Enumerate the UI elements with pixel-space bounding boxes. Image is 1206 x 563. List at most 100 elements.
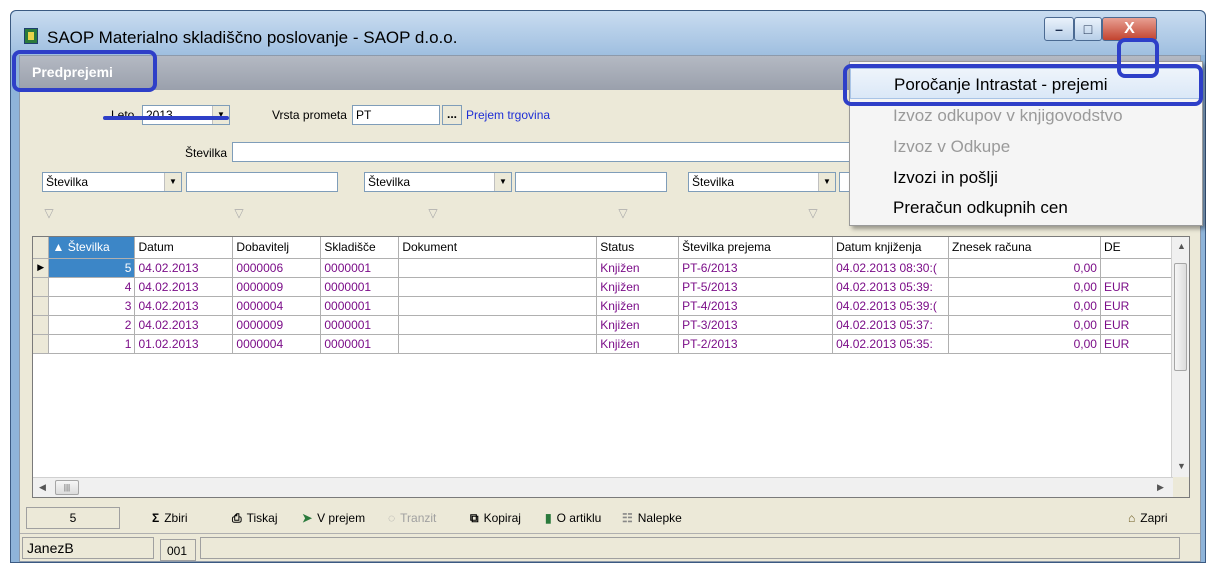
menu-item-porocanje-intrastat[interactable]: Poročanje Intrastat - prejemi <box>850 68 1202 99</box>
table-cell[interactable]: EUR <box>1100 277 1174 297</box>
column-header[interactable]: Datum <box>134 237 234 259</box>
vertical-scrollbar[interactable]: ▲ ▼ <box>1171 237 1189 477</box>
table-cell[interactable]: 0000004 <box>232 334 322 354</box>
scroll-right-icon[interactable]: ▶ <box>1157 482 1164 493</box>
table-cell[interactable]: EUR <box>1100 296 1174 316</box>
table-cell[interactable]: 0000009 <box>232 277 322 297</box>
horizontal-scroll-thumb[interactable]: ||| <box>55 480 79 495</box>
table-cell[interactable]: 04.02.2013 <box>134 258 234 278</box>
menu-item-izvoz-odkupov[interactable]: Izvoz odkupov v knjigovodstvo <box>850 100 1202 131</box>
table-cell[interactable]: 01.02.2013 <box>134 334 234 354</box>
table-row[interactable]: 2 04.02.2013 0000009 0000001 Knjižen PT-… <box>33 315 1174 335</box>
scroll-down-icon[interactable]: ▼ <box>1177 461 1186 471</box>
table-cell[interactable]: 0000009 <box>232 315 322 335</box>
table-cell[interactable]: 0000001 <box>320 258 400 278</box>
table-cell[interactable]: PT-6/2013 <box>678 258 834 278</box>
filter-icon[interactable]: ▽ <box>232 206 246 220</box>
column-header[interactable]: Dobavitelj <box>232 237 322 259</box>
criteria-field-select-3[interactable]: Številka ▼ <box>688 172 836 192</box>
v-prejem-button[interactable]: ➤ V prejem <box>302 511 365 525</box>
table-cell[interactable]: 0000001 <box>320 296 400 316</box>
table-cell[interactable]: 04.02.2013 <box>134 296 234 316</box>
table-row[interactable]: 3 04.02.2013 0000004 0000001 Knjižen PT-… <box>33 296 1174 316</box>
column-header[interactable]: Dokument <box>398 237 598 259</box>
chevron-down-icon[interactable]: ▼ <box>164 173 181 191</box>
table-cell[interactable] <box>398 277 598 297</box>
table-cell[interactable]: 0,00 <box>948 315 1101 335</box>
criteria-value-input-2[interactable] <box>515 172 667 192</box>
table-cell[interactable]: 04.02.2013 <box>134 315 234 335</box>
filter-icon[interactable]: ▽ <box>426 206 440 220</box>
chevron-down-icon[interactable]: ▼ <box>494 173 511 191</box>
horizontal-scrollbar[interactable]: ◀ ||| ▶ <box>33 477 1173 497</box>
table-cell[interactable]: PT-5/2013 <box>678 277 834 297</box>
nalepke-button[interactable]: ☷ Nalepke <box>622 511 682 525</box>
table-cell[interactable]: 5 <box>48 258 136 278</box>
zbiri-button[interactable]: Σ Zbiri <box>152 511 188 525</box>
table-cell[interactable]: 0000001 <box>320 334 400 354</box>
table-cell[interactable]: 04.02.2013 08:30:( <box>832 258 950 278</box>
minimize-button[interactable]: – <box>1044 17 1074 41</box>
table-cell[interactable]: Knjižen <box>596 258 680 278</box>
table-cell[interactable]: 04.02.2013 05:39: <box>832 277 950 297</box>
menu-item-izvozi-in-poslji[interactable]: Izvozi in pošlji <box>850 162 1202 193</box>
criteria-field-select-1[interactable]: Številka ▼ <box>42 172 182 192</box>
chevron-down-icon[interactable]: ▼ <box>212 106 229 124</box>
menu-item-preracun-odkupnih-cen[interactable]: Preračun odkupnih cen <box>850 192 1202 223</box>
table-cell[interactable]: PT-4/2013 <box>678 296 834 316</box>
table-cell[interactable] <box>1100 258 1174 278</box>
vrsta-prometa-link[interactable]: Prejem trgovina <box>466 108 550 122</box>
filter-icon[interactable]: ▽ <box>42 206 56 220</box>
tiskaj-button[interactable]: ⎙ Tiskaj <box>232 511 278 526</box>
menu-item-izvoz-v-odkupe[interactable]: Izvoz v Odkupe <box>850 131 1202 162</box>
table-cell[interactable]: EUR <box>1100 334 1174 354</box>
table-cell[interactable] <box>398 258 598 278</box>
filter-icon[interactable]: ▽ <box>806 206 820 220</box>
vrsta-browse-button[interactable]: ... <box>442 105 462 125</box>
table-cell[interactable]: 0000004 <box>232 296 322 316</box>
column-header[interactable]: Skladišče <box>320 237 400 259</box>
table-cell[interactable]: 04.02.2013 05:35: <box>832 334 950 354</box>
table-cell[interactable]: PT-2/2013 <box>678 334 834 354</box>
leto-select[interactable]: 2013 ▼ <box>142 105 230 125</box>
tab-predprejemi[interactable]: Predprejemi <box>32 64 113 80</box>
zapri-button[interactable]: ⌂ Zapri <box>1128 511 1168 525</box>
close-button[interactable]: X <box>1102 17 1157 41</box>
table-row[interactable]: ▶ 5 04.02.2013 0000006 0000001 Knjižen P… <box>33 258 1174 278</box>
kopiraj-button[interactable]: ⧉ Kopiraj <box>470 511 521 526</box>
column-header[interactable]: DE <box>1100 237 1174 259</box>
table-cell[interactable]: 0,00 <box>948 277 1101 297</box>
column-header[interactable]: Številka prejema <box>678 237 834 259</box>
table-cell[interactable]: 2 <box>48 315 136 335</box>
table-cell[interactable]: 04.02.2013 <box>134 277 234 297</box>
filter-icon[interactable]: ▽ <box>616 206 630 220</box>
scroll-up-icon[interactable]: ▲ <box>1177 241 1186 251</box>
column-header[interactable]: ▲ Številka <box>48 237 136 259</box>
table-cell[interactable]: 04.02.2013 05:39:( <box>832 296 950 316</box>
table-cell[interactable]: 0000001 <box>320 315 400 335</box>
table-cell[interactable]: 4 <box>48 277 136 297</box>
table-cell[interactable]: Knjižen <box>596 334 680 354</box>
chevron-down-icon[interactable]: ▼ <box>818 173 835 191</box>
column-header[interactable]: Datum knjiženja <box>832 237 950 259</box>
table-cell[interactable]: 1 <box>48 334 136 354</box>
table-cell[interactable]: 0,00 <box>948 258 1101 278</box>
table-cell[interactable]: PT-3/2013 <box>678 315 834 335</box>
table-cell[interactable] <box>398 315 598 335</box>
criteria-value-input-1[interactable] <box>186 172 338 192</box>
table-cell[interactable]: Knjižen <box>596 296 680 316</box>
table-cell[interactable]: 0000001 <box>320 277 400 297</box>
table-row[interactable]: 4 04.02.2013 0000009 0000001 Knjižen PT-… <box>33 277 1174 297</box>
tranzit-button[interactable]: ◌ Tranzit <box>388 511 436 525</box>
title-bar[interactable]: SAOP Materialno skladiščno poslovanje - … <box>11 11 1205 55</box>
maximize-button[interactable]: □ <box>1074 17 1102 41</box>
table-cell[interactable]: EUR <box>1100 315 1174 335</box>
scroll-left-icon[interactable]: ◀ <box>39 482 46 493</box>
table-cell[interactable]: 0,00 <box>948 296 1101 316</box>
table-cell[interactable]: 0000006 <box>232 258 322 278</box>
vrsta-prometa-input[interactable]: PT <box>352 105 440 125</box>
table-cell[interactable]: Knjižen <box>596 277 680 297</box>
table-cell[interactable] <box>398 296 598 316</box>
table-cell[interactable]: 3 <box>48 296 136 316</box>
table-cell[interactable]: Knjižen <box>596 315 680 335</box>
